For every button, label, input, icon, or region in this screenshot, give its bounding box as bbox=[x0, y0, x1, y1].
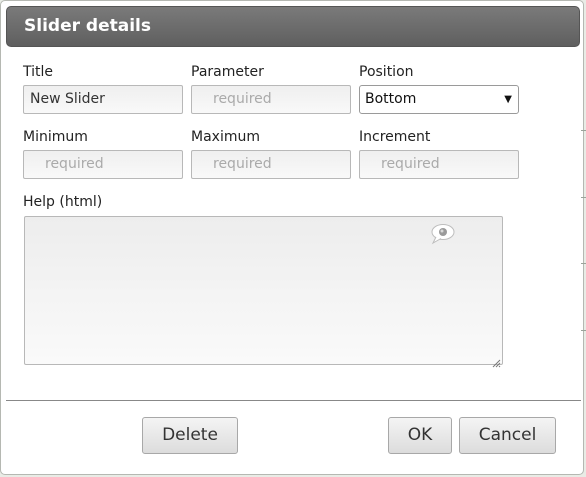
maximum-input[interactable]: required bbox=[191, 150, 351, 179]
increment-label: Increment bbox=[359, 129, 431, 145]
position-select-value: Bottom bbox=[365, 91, 417, 107]
resize-grip-icon[interactable] bbox=[491, 353, 501, 368]
footer-divider bbox=[6, 400, 581, 401]
background-edge bbox=[581, 197, 586, 198]
cancel-button[interactable]: Cancel bbox=[459, 417, 556, 454]
position-select[interactable]: Bottom ▼ bbox=[359, 85, 519, 114]
position-label: Position bbox=[359, 64, 414, 80]
speech-bubble-icon[interactable] bbox=[430, 223, 456, 245]
dialog-titlebar[interactable]: Slider details bbox=[6, 6, 580, 47]
title-input[interactable]: New Slider bbox=[23, 85, 183, 114]
background-edge bbox=[581, 330, 586, 331]
ok-button[interactable]: OK bbox=[388, 417, 452, 454]
help-textarea[interactable] bbox=[24, 216, 503, 368]
parameter-label: Parameter bbox=[191, 64, 264, 80]
minimum-label: Minimum bbox=[23, 129, 88, 145]
title-label: Title bbox=[23, 64, 54, 80]
background-edge bbox=[581, 263, 586, 264]
help-label: Help (html) bbox=[23, 194, 103, 210]
background-edge bbox=[581, 130, 586, 131]
slider-details-dialog: Slider details Title New Slider Paramete… bbox=[0, 0, 584, 475]
increment-input[interactable]: required bbox=[359, 150, 519, 179]
chevron-down-icon: ▼ bbox=[504, 94, 512, 105]
dialog-title: Slider details bbox=[24, 16, 151, 36]
parameter-input[interactable]: required bbox=[191, 85, 351, 114]
minimum-input[interactable]: required bbox=[23, 150, 183, 179]
delete-button[interactable]: Delete bbox=[142, 417, 238, 454]
maximum-label: Maximum bbox=[191, 129, 260, 145]
